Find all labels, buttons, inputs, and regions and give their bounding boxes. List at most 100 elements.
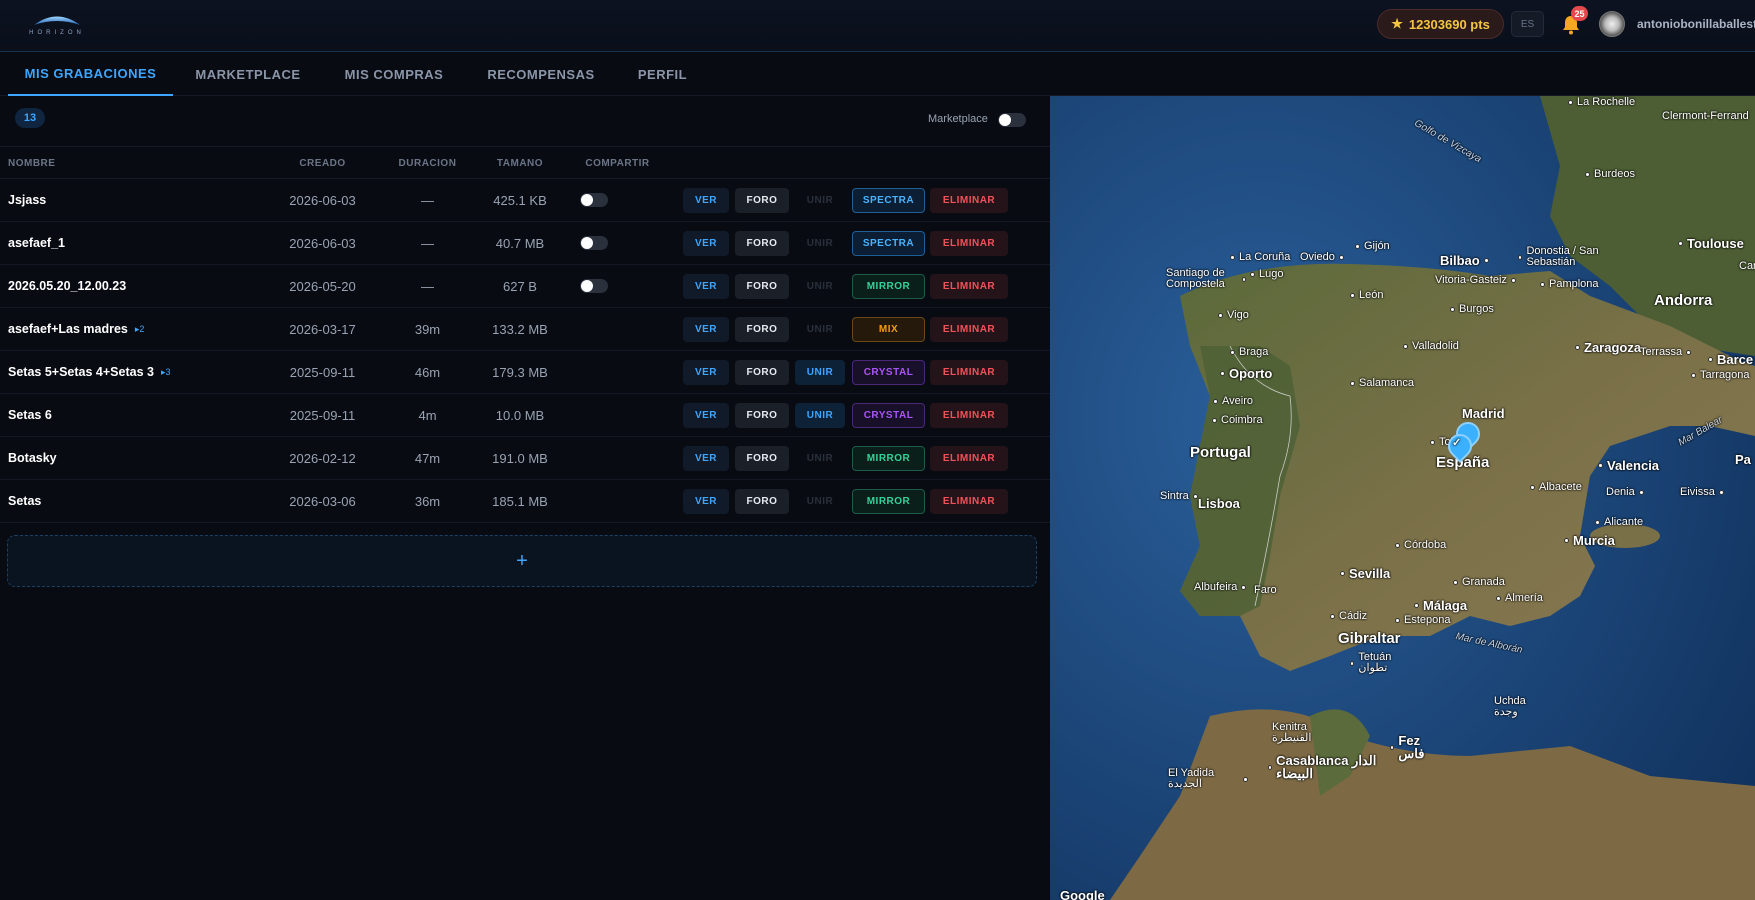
ver-button[interactable]: VER — [683, 360, 729, 385]
map-label: Denia — [1606, 486, 1644, 498]
ver-button[interactable]: VER — [683, 403, 729, 428]
map-label: Vigo — [1218, 309, 1249, 321]
table-row[interactable]: Jsjass 2026-06-03 — 425.1 KB VER FORO UNIR SPEC… — [0, 179, 1050, 222]
ver-button[interactable]: VER — [683, 231, 729, 256]
recording-name-text: Setas 6 — [8, 408, 52, 422]
ver-button[interactable]: VER — [683, 274, 729, 299]
check-icon: ✓ — [1452, 437, 1462, 449]
file-size: 425.1 KB — [493, 192, 547, 208]
foro-button[interactable]: FORO — [735, 188, 789, 213]
map-label: Portugal — [1190, 444, 1251, 461]
recording-name[interactable]: asefaef+Las madres ▸2 — [8, 308, 144, 350]
recording-name[interactable]: 2026.05.20_12.00.23 — [8, 265, 126, 307]
share-toggle[interactable] — [580, 236, 608, 250]
ver-button[interactable]: VER — [683, 317, 729, 342]
duration: 4m — [418, 407, 437, 423]
mode-tag-button[interactable]: CRYSTAL — [852, 360, 925, 385]
unir-button[interactable]: UNIR — [795, 360, 845, 385]
map-label: Andorra — [1654, 292, 1713, 309]
duration: — — [421, 235, 434, 251]
column-duracion[interactable]: DURACION — [385, 147, 470, 180]
ver-button[interactable]: VER — [683, 489, 729, 514]
table-row[interactable]: asefaef_1 2026-06-03 — 40.7 MB VER FORO UNIR SP… — [0, 222, 1050, 265]
recording-name[interactable]: Setas 5+Setas 4+Setas 3 ▸3 — [8, 351, 170, 393]
foro-button[interactable]: FORO — [735, 446, 789, 471]
duration: 47m — [414, 450, 441, 466]
add-recording-button[interactable]: + — [7, 535, 1037, 587]
mode-tag-button[interactable]: CRYSTAL — [852, 403, 925, 428]
table-row[interactable]: Setas 2026-03-06 36m 185.1 MB VER FORO UNIR MIR… — [0, 480, 1050, 523]
recording-name-text: Botasky — [8, 451, 57, 465]
eliminar-button[interactable]: ELIMINAR — [930, 231, 1008, 256]
tab-marketplace[interactable]: MARKETPLACE — [178, 53, 318, 96]
map-label: Granada — [1453, 576, 1505, 588]
map-label: Madrid — [1462, 406, 1505, 421]
unir-button[interactable]: UNIR — [795, 403, 845, 428]
tab-recompensas[interactable]: RECOMPENSAS — [470, 53, 612, 96]
column-creado[interactable]: CREADO — [260, 147, 385, 180]
eliminar-button[interactable]: ELIMINAR — [930, 188, 1008, 213]
ver-button[interactable]: VER — [683, 188, 729, 213]
horizon-arc-icon — [34, 16, 80, 25]
recording-name[interactable]: Botasky — [8, 437, 57, 479]
column-compartir: COMPARTIR — [585, 158, 650, 169]
recording-name[interactable]: Jsjass — [8, 179, 46, 221]
map-attribution: Google — [1060, 888, 1105, 900]
table-row[interactable]: 2026.05.20_12.00.23 2026-05-20 — 627 B VER FO… — [0, 265, 1050, 308]
recording-name[interactable]: Setas 6 — [8, 394, 52, 436]
duration: 36m — [414, 493, 441, 509]
tab-mis-compras[interactable]: MIS COMPRAS — [325, 53, 463, 96]
mode-tag-button[interactable]: MIRROR — [852, 489, 925, 514]
map-label: Clermont-Ferrand — [1662, 110, 1749, 122]
avatar[interactable] — [1599, 11, 1625, 37]
map-label: Donostia / San Sebastián — [1518, 246, 1628, 268]
map-label: Alicante — [1595, 516, 1643, 528]
share-toggle[interactable] — [580, 193, 608, 207]
foro-button[interactable]: FORO — [735, 360, 789, 385]
mode-tag-button[interactable]: MIRROR — [852, 274, 925, 299]
map-label: Gijón — [1355, 240, 1390, 252]
map-label: Córdoba — [1395, 539, 1446, 551]
foro-button[interactable]: FORO — [735, 489, 789, 514]
mode-tag-button[interactable]: SPECTRA — [852, 231, 925, 256]
eliminar-button[interactable]: ELIMINAR — [930, 360, 1008, 385]
eliminar-button[interactable]: ELIMINAR — [930, 489, 1008, 514]
map-label: Almería — [1496, 592, 1543, 604]
eliminar-button[interactable]: ELIMINAR — [930, 403, 1008, 428]
mode-tag-button[interactable]: MIRROR — [852, 446, 925, 471]
map-label: Oporto — [1220, 366, 1272, 381]
username[interactable]: antoniobonillaballest — [1637, 17, 1755, 31]
table-row[interactable]: Setas 6 2025-09-11 4m 10.0 MB VER FORO UNIR CRY… — [0, 394, 1050, 437]
tab-perfil[interactable]: PERFIL — [620, 53, 705, 96]
mode-tag-button[interactable]: SPECTRA — [852, 188, 925, 213]
recordings-panel: 13 Marketplace NOMBRE CREADO DURACION TA… — [0, 96, 1050, 900]
recording-name-text: 2026.05.20_12.00.23 — [8, 279, 127, 293]
recording-name[interactable]: asefaef_1 — [8, 222, 65, 264]
horizon-logo[interactable]: HORIZON — [24, 10, 90, 40]
unir-button: UNIR — [806, 281, 834, 292]
tab-mis-grabaciones[interactable]: MIS GRABACIONES — [8, 53, 173, 96]
ver-button[interactable]: VER — [683, 446, 729, 471]
eliminar-button[interactable]: ELIMINAR — [930, 317, 1008, 342]
points-badge[interactable]: ★ 12303690 pts — [1377, 9, 1504, 39]
table-row[interactable]: Setas 5+Setas 4+Setas 3 ▸3 2025-09-11 46m 17… — [0, 351, 1050, 394]
foro-button[interactable]: FORO — [735, 403, 789, 428]
foro-button[interactable]: FORO — [735, 317, 789, 342]
table-row[interactable]: Botasky 2026-02-12 47m 191.0 MB VER FORO UNIR M… — [0, 437, 1050, 480]
column-tamano[interactable]: TAMANO — [470, 147, 570, 180]
foro-button[interactable]: FORO — [735, 231, 789, 256]
column-nombre[interactable]: NOMBRE — [8, 147, 55, 180]
foro-button[interactable]: FORO — [735, 274, 789, 299]
recording-name[interactable]: Setas — [8, 480, 41, 522]
language-selector[interactable]: ES — [1511, 11, 1544, 37]
eliminar-button[interactable]: ELIMINAR — [930, 446, 1008, 471]
eliminar-button[interactable]: ELIMINAR — [930, 274, 1008, 299]
duration: 46m — [414, 364, 441, 380]
share-toggle[interactable] — [580, 279, 608, 293]
recording-name-text: Jsjass — [8, 193, 47, 207]
recordings-map[interactable]: La Rochelle Clermont-Ferrand Golfo de Vi… — [1050, 96, 1755, 900]
map-label: Aveiro — [1213, 395, 1253, 407]
table-row[interactable]: asefaef+Las madres ▸2 2026-03-17 39m 133.2 M… — [0, 308, 1050, 351]
marketplace-toggle[interactable] — [998, 113, 1026, 127]
mode-tag-button[interactable]: MIX — [852, 317, 925, 342]
